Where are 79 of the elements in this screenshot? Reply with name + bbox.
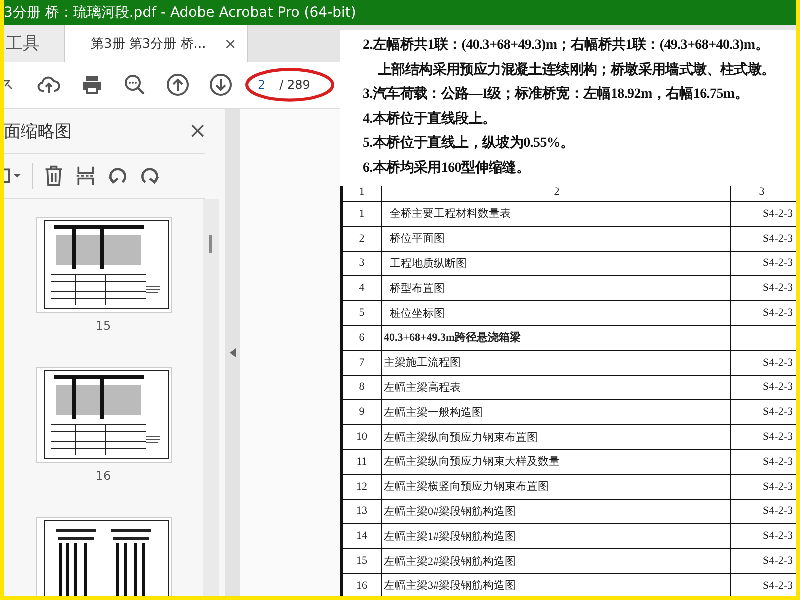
- column-header: 1: [342, 186, 382, 202]
- page-split-icon[interactable]: [75, 165, 97, 187]
- table-cell: 左幅主梁纵向预应力钢束大样及数量: [382, 449, 730, 474]
- table-cell: 主梁施工流程图: [382, 350, 730, 376]
- note-line: 4.本桥位于直线段上。: [363, 110, 498, 128]
- note-line: 5.本桥位于直线上，纵坡为0.55%。: [363, 134, 576, 153]
- table-cell: S4-2-3: [730, 251, 796, 276]
- table-cell: 左幅主梁0#梁段钢筋构造图: [382, 499, 730, 524]
- column-header: 2: [382, 186, 730, 202]
- table-cell: 左幅主梁1#梁段钢筋构造图: [382, 524, 730, 549]
- table-cell: 12: [342, 474, 382, 500]
- table-cell: S4-2-3: [730, 375, 796, 400]
- table-cell: 8: [342, 375, 382, 400]
- table-cell: 7: [342, 350, 382, 376]
- table-cell: S4-2-3: [730, 350, 796, 376]
- page-thumbnail[interactable]: [36, 367, 172, 463]
- table-cell: S4-2-3: [730, 226, 796, 252]
- table-cell: S4-2-3: [730, 300, 796, 326]
- table-cell: 桩位坐标图: [382, 300, 730, 326]
- note-line: 3.汽车荷载：公路—I级；标准桥宽：左幅18.92m，右幅16.75m。: [363, 84, 750, 104]
- page-number-label: 15: [96, 319, 112, 333]
- table-cell: S4-2-3: [730, 524, 796, 549]
- rotate-right-icon[interactable]: [139, 165, 161, 187]
- table-cell: S4-2-3: [730, 276, 796, 301]
- note-line: 上部结构采用预应力混凝土连续刚构；桥墩采用墙式墩、柱式墩。: [377, 60, 776, 80]
- table-cell: S4-2-3: [730, 449, 796, 474]
- table-cell: 左幅主梁高程表: [382, 375, 730, 400]
- table-cell: 桥位平面图: [382, 226, 730, 252]
- zoom-out-icon[interactable]: [123, 73, 147, 97]
- table-cell: S4-2-3: [730, 424, 796, 450]
- tab[interactable]: 工具: [4, 25, 65, 62]
- page-thumbnail[interactable]: [36, 217, 172, 313]
- table-cell: S4-2-3: [730, 573, 796, 596]
- table-cell: S4-2-3: [730, 474, 796, 500]
- panel-title: 面缩略图: [4, 120, 72, 142]
- table-cell: 10: [342, 424, 382, 450]
- tab[interactable]: 第3册 第3分册 桥... ×: [65, 25, 248, 62]
- column-header: 3: [730, 186, 796, 202]
- table-cell: 左幅主梁一般构造图: [382, 400, 730, 425]
- table-cell: 左幅主梁3#梁段钢筋构造图: [382, 573, 730, 596]
- table-cell: 左幅主梁2#梁段钢筋构造图: [382, 548, 730, 574]
- table-cell: 左幅主梁横竖向预应力钢束布置图: [382, 474, 730, 500]
- close-icon[interactable]: ×: [188, 118, 207, 144]
- table-cell: 左幅主梁纵向预应力钢束布置图: [382, 424, 730, 450]
- note-line: 6.本桥均采用160型伸缩缝。: [363, 159, 532, 178]
- table-cell: 全桥主要工程材料数量表: [382, 202, 730, 226]
- rotate-left-icon[interactable]: [107, 165, 129, 187]
- table-cell: S4-2-3: [730, 400, 796, 425]
- table-cell: S4-2-3: [730, 499, 796, 524]
- trash-icon[interactable]: [43, 165, 65, 187]
- table-cell: 14: [342, 524, 382, 549]
- table-cell: 6: [342, 325, 382, 350]
- table-cell: 15: [342, 548, 382, 574]
- table-cell: 11: [342, 449, 382, 474]
- page-number-field[interactable]: 2: [258, 78, 266, 92]
- table-cell: 16: [342, 573, 382, 596]
- window-title: 3分册 桥：琉璃河段.pdf - Adobe Acrobat Pro (64-bit): [4, 4, 356, 22]
- note-line: 2.左幅桥共1联：(40.3+68+49.3)m；右幅桥共1联：(49.3+68+40.3)m。: [363, 36, 770, 55]
- print-icon[interactable]: [80, 73, 104, 97]
- collapse-arrow-icon[interactable]: [230, 348, 236, 358]
- table-cell: 9: [342, 400, 382, 425]
- arrow-up-icon[interactable]: [166, 73, 190, 97]
- arrow-down-icon[interactable]: [209, 73, 233, 97]
- table-cell: 2: [342, 226, 382, 252]
- table-cell: S4-2-3: [730, 548, 796, 574]
- table-cell: 桥型布置图: [382, 276, 730, 301]
- table-cell: S4-2-3: [730, 202, 796, 226]
- table-cell: 1: [342, 202, 382, 226]
- table-cell: 13: [342, 499, 382, 524]
- table-cell: 3: [342, 251, 382, 276]
- table-cell: 40.3+68+49.3m跨径悬浇箱梁: [382, 325, 730, 350]
- table-cell: 工程地质纵断图: [382, 251, 730, 276]
- close-icon[interactable]: ×: [224, 34, 237, 52]
- page-number-label: 16: [96, 469, 112, 483]
- table-cell: 5: [342, 300, 382, 326]
- page-thumbnail[interactable]: [36, 517, 172, 596]
- scrollbar[interactable]: [203, 199, 219, 596]
- page-total: / 289: [280, 78, 310, 92]
- table-cell: 4: [342, 276, 382, 301]
